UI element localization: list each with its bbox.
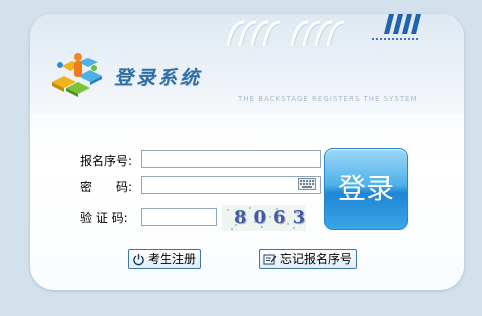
keyboard-icon[interactable]	[298, 178, 316, 190]
captcha-text: 8063	[234, 207, 313, 228]
binder-rings-decoration	[226, 20, 345, 47]
captcha-image[interactable]: 8063	[222, 205, 306, 231]
login-button[interactable]: 登录	[324, 148, 408, 230]
note-icon	[263, 254, 277, 264]
captcha-input[interactable]	[141, 208, 217, 226]
register-button[interactable]: 考生注册	[128, 249, 202, 269]
page-subtitle: THE BACKSTAGE REGISTERS THE SYSTEM	[238, 95, 418, 103]
decorative-dotted-line	[372, 38, 418, 40]
password-label: 密 码:	[80, 180, 133, 194]
reg-number-label: 报名序号:	[80, 154, 133, 168]
stripes-logo-icon	[384, 14, 421, 34]
captcha-label: 验 证 码:	[80, 211, 128, 225]
forgot-reg-number-button[interactable]: 忘记报名序号	[259, 249, 358, 269]
password-input[interactable]	[141, 176, 321, 194]
page-title: 登录系统	[114, 67, 203, 89]
forgot-button-label: 忘记报名序号	[280, 252, 353, 266]
people-logo-icon	[52, 53, 102, 97]
register-button-label: 考生注册	[148, 252, 197, 266]
power-icon	[133, 253, 144, 265]
reg-number-input[interactable]	[141, 150, 321, 168]
